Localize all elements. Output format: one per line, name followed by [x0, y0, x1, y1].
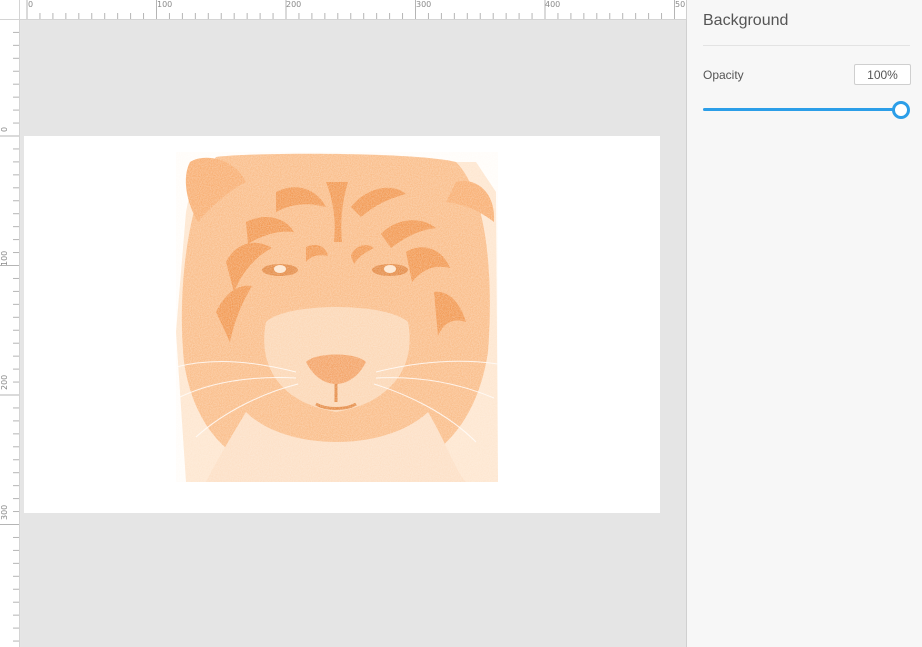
ruler-left-label-100: 100	[0, 251, 9, 266]
ruler-left-label-300: 300	[0, 505, 9, 520]
panel-divider	[703, 45, 910, 46]
ruler-top: 0 100 200 300 400 50	[0, 0, 686, 20]
ruler-left-label-200: 200	[0, 375, 9, 390]
ruler-top-label-200: 200	[286, 0, 301, 9]
tiger-face-image[interactable]	[176, 152, 498, 482]
opacity-input[interactable]	[854, 64, 911, 85]
ruler-top-label-0: 0	[28, 0, 33, 9]
ruler-top-label-300: 300	[416, 0, 431, 9]
ruler-top-label-500: 50	[675, 0, 685, 9]
ruler-top-label-100: 100	[157, 0, 172, 9]
ruler-left-ticks: 0 100 200 300	[0, 31, 19, 642]
ruler-top-label-400: 400	[545, 0, 560, 9]
opacity-label: Opacity	[703, 68, 744, 82]
ruler-left-label-0: 0	[0, 127, 9, 132]
opacity-slider-thumb[interactable]	[892, 101, 910, 119]
opacity-slider-track[interactable]	[703, 108, 901, 111]
ruler-corner	[0, 0, 20, 20]
opacity-slider-fill	[703, 108, 901, 111]
properties-panel: Background Opacity	[686, 0, 922, 647]
ruler-left: 0 100 200 300	[0, 20, 20, 647]
panel-title: Background	[703, 12, 789, 29]
ruler-top-ticks: 0 100 200 300 400 50	[26, 0, 685, 19]
